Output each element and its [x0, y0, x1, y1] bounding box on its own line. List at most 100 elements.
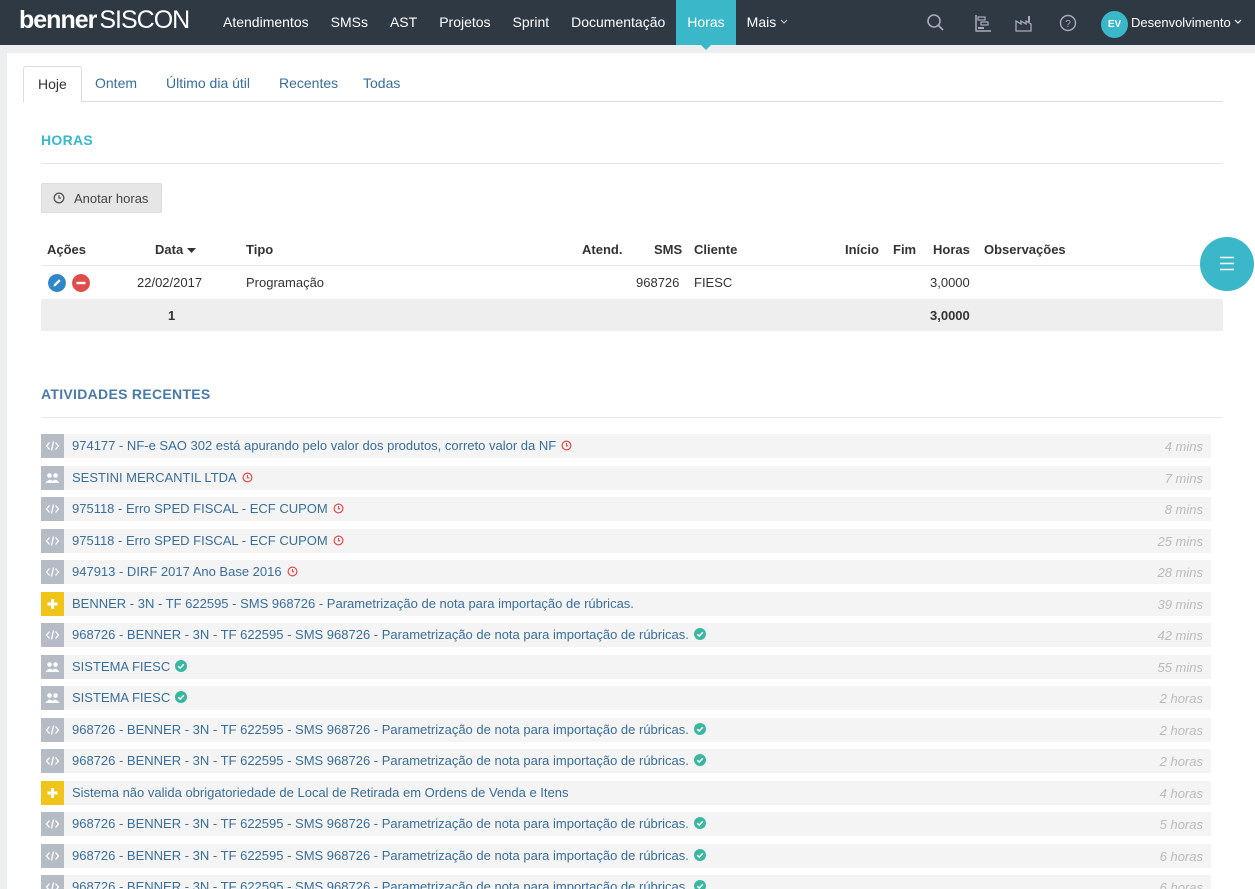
avatar[interactable]: EV: [1101, 11, 1128, 38]
total-count: 1: [168, 308, 176, 323]
search-icon[interactable]: [926, 13, 946, 33]
app-logo[interactable]: benner SISCON: [19, 6, 190, 35]
col-observacoes: Observações: [984, 242, 1066, 257]
activity-text: SESTINI MERCANTIL LTDA: [72, 469, 237, 485]
delete-button[interactable]: [72, 274, 90, 292]
activity-link[interactable]: 975118 - Erro SPED FISCAL - ECF CUPOM: [72, 501, 344, 517]
activity-link[interactable]: 974177 - NF-e SAO 302 está apurando pelo…: [72, 438, 572, 454]
user-menu[interactable]: Desenvolvimento: [1131, 15, 1242, 30]
nav-mais[interactable]: Mais: [736, 0, 799, 45]
check-circle-icon: [693, 628, 706, 643]
activity-text: 975118 - Erro SPED FISCAL - ECF CUPOM: [72, 501, 328, 516]
nav-sprint[interactable]: Sprint: [502, 0, 561, 45]
nav-ast[interactable]: AST: [379, 0, 428, 45]
factory-icon[interactable]: [1014, 13, 1034, 33]
nav-projetos[interactable]: Projetos: [428, 0, 501, 45]
help-icon[interactable]: ?: [1058, 13, 1078, 33]
activity-item[interactable]: 968726 - BENNER - 3N - TF 622595 - SMS 9…: [41, 623, 1211, 647]
activity-time: 4 horas: [1159, 785, 1203, 801]
activity-time: 2 horas: [1159, 691, 1203, 706]
activity-item[interactable]: 975118 - Erro SPED FISCAL - ECF CUPOM 25 …: [41, 528, 1211, 553]
activity-item[interactable]: SISTEMA FIESC 55 mins: [41, 654, 1211, 679]
plus-icon: [41, 591, 64, 616]
tab-ontem[interactable]: Ontem: [81, 66, 151, 102]
activity-text: SISTEMA FIESC: [72, 690, 171, 705]
tab-hoje[interactable]: Hoje: [23, 66, 82, 103]
nav-smss[interactable]: SMSs: [320, 0, 379, 45]
activity-link[interactable]: BENNER - 3N - TF 622595 - SMS 968726 - P…: [72, 596, 634, 611]
code-icon: [41, 623, 64, 647]
main-nav: Atendimentos SMSs AST Projetos Sprint Do…: [212, 0, 799, 50]
activity-link[interactable]: SISTEMA FIESC: [72, 659, 188, 675]
check-circle-icon: [693, 754, 706, 769]
tab-todas[interactable]: Todas: [349, 66, 414, 102]
chevron-down-icon: [1234, 19, 1242, 24]
anotar-horas-button[interactable]: Anotar horas: [41, 183, 162, 213]
gantt-icon[interactable]: [973, 13, 993, 33]
activity-item[interactable]: SISTEMA FIESC 2 horas: [41, 686, 1211, 710]
cell-sms[interactable]: 968726: [636, 275, 679, 290]
divider: [41, 417, 1223, 418]
activity-link[interactable]: 968726 - BENNER - 3N - TF 622595 - SMS 9…: [72, 753, 706, 769]
col-tipo: Tipo: [246, 242, 274, 257]
activity-link[interactable]: 968726 - BENNER - 3N - TF 622595 - SMS 9…: [72, 722, 706, 738]
activity-link[interactable]: 968726 - BENNER - 3N - TF 622595 - SMS 9…: [72, 848, 706, 864]
activity-item[interactable]: 968726 - BENNER - 3N - TF 622595 - SMS 9…: [41, 749, 1211, 773]
activity-link[interactable]: 968726 - BENNER - 3N - TF 622595 - SMS 9…: [72, 627, 706, 643]
activity-item[interactable]: BENNER - 3N - TF 622595 - SMS 968726 - P…: [41, 591, 1211, 616]
activity-text: 974177 - NF-e SAO 302 está apurando pelo…: [72, 438, 557, 453]
pending-clock-icon: [242, 471, 253, 486]
activity-item[interactable]: 975118 - Erro SPED FISCAL - ECF CUPOM 8 m…: [41, 497, 1211, 521]
activity-link[interactable]: 968726 - BENNER - 3N - TF 622595 - SMS 9…: [72, 879, 706, 889]
col-acoes: Ações: [47, 242, 87, 257]
activity-item[interactable]: 968726 - BENNER - 3N - TF 622595 - SMS 9…: [41, 717, 1211, 742]
col-horas: Horas: [933, 242, 970, 257]
pending-clock-icon: [333, 502, 344, 517]
activity-item[interactable]: 947913 - DIRF 2017 Ano Base 2016 28 mins: [41, 560, 1211, 584]
activity-time: 8 mins: [1164, 502, 1203, 517]
activity-time: 25 mins: [1157, 533, 1203, 549]
edit-button[interactable]: [48, 274, 66, 292]
col-data[interactable]: Data: [155, 242, 196, 257]
col-sms: SMS: [654, 242, 683, 257]
activity-link[interactable]: SISTEMA FIESC: [72, 690, 188, 706]
code-icon: [41, 749, 64, 773]
pending-clock-icon: [287, 565, 298, 580]
activity-text: Sistema não valida obrigatoriedade de Lo…: [72, 784, 569, 800]
atividades-title: ATIVIDADES RECENTES: [41, 386, 211, 402]
activity-link[interactable]: SESTINI MERCANTIL LTDA: [72, 470, 253, 486]
activity-item[interactable]: 968726 - BENNER - 3N - TF 622595 - SMS 9…: [41, 843, 1211, 868]
tab-ultimo-dia-util[interactable]: Último dia útil: [152, 66, 264, 102]
user-name: Desenvolvimento: [1131, 15, 1231, 30]
activity-item[interactable]: SESTINI MERCANTIL LTDA 7 mins: [41, 465, 1211, 490]
activity-link[interactable]: 968726 - BENNER - 3N - TF 622595 - SMS 9…: [72, 816, 706, 832]
activity-time: 6 horas: [1159, 880, 1203, 889]
activity-text: 968726 - BENNER - 3N - TF 622595 - SMS 9…: [72, 847, 689, 863]
code-icon: [41, 717, 64, 742]
activity-item[interactable]: 974177 - NF-e SAO 302 está apurando pelo…: [41, 434, 1211, 458]
activity-link[interactable]: Sistema não valida obrigatoriedade de Lo…: [72, 785, 569, 800]
activity-item[interactable]: Sistema não valida obrigatoriedade de Lo…: [41, 780, 1211, 805]
activity-item[interactable]: 968726 - BENNER - 3N - TF 622595 - SMS 9…: [41, 812, 1211, 836]
activity-item[interactable]: 968726 - BENNER - 3N - TF 622595 - SMS 9…: [41, 875, 1211, 889]
code-icon: [41, 497, 64, 521]
activity-time: 4 mins: [1164, 439, 1203, 454]
col-cliente: Cliente: [694, 242, 738, 257]
users-icon: [41, 686, 64, 710]
check-circle-icon: [175, 659, 188, 675]
tab-recentes[interactable]: Recentes: [265, 66, 352, 102]
activity-link[interactable]: 947913 - DIRF 2017 Ano Base 2016: [72, 564, 298, 580]
nav-documentacao[interactable]: Documentação: [560, 0, 676, 45]
activity-text: 975118 - Erro SPED FISCAL - ECF CUPOM: [72, 532, 328, 548]
activity-time: 39 mins: [1157, 596, 1203, 612]
nav-horas[interactable]: Horas: [676, 0, 736, 50]
activity-text: 968726 - BENNER - 3N - TF 622595 - SMS 9…: [72, 627, 689, 642]
floating-menu-button[interactable]: [1200, 237, 1254, 291]
pending-clock-icon: [561, 439, 572, 454]
col-atend: Atend.: [582, 242, 623, 257]
sort-down-icon: [186, 248, 196, 253]
activity-link[interactable]: 975118 - Erro SPED FISCAL - ECF CUPOM: [72, 533, 344, 549]
nav-atendimentos[interactable]: Atendimentos: [212, 0, 320, 45]
col-inicio: Início: [845, 242, 879, 257]
plus-icon: [41, 780, 64, 805]
